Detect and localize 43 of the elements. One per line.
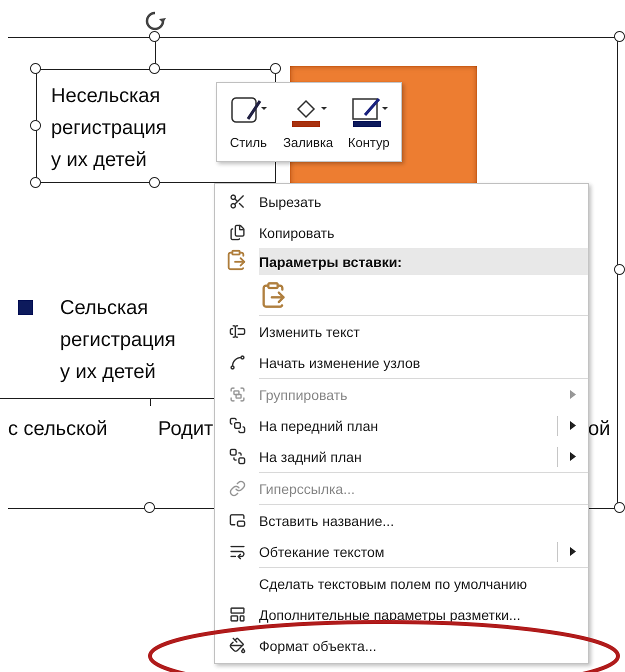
menu-item[interactable]: На задний план <box>215 441 588 472</box>
menu-item[interactable]: Вставить название... <box>215 505 588 536</box>
menu-item-icon <box>228 606 246 623</box>
resize-handle[interactable] <box>144 502 155 513</box>
resize-handle[interactable] <box>149 31 160 42</box>
menu-item-icon <box>228 480 246 497</box>
category-label: Родит <box>158 418 214 441</box>
menu-item-icon <box>228 448 246 465</box>
menu-item-icon <box>228 193 246 210</box>
resize-handle[interactable] <box>614 264 625 275</box>
toolbar-button[interactable]: Заливка <box>281 92 336 152</box>
menu-item-icon <box>228 417 246 434</box>
category-label: ой <box>588 418 610 441</box>
menu-item-icon <box>228 637 246 654</box>
menu-item-icon <box>228 354 246 371</box>
menu-item-icon <box>228 323 246 340</box>
resize-handle[interactable] <box>30 63 41 74</box>
menu-item[interactable]: Изменить текст <box>215 316 588 347</box>
paste-icon <box>225 249 247 271</box>
menu-item[interactable]: Вырезать <box>215 186 588 217</box>
toolbar-button[interactable]: Контур <box>346 92 392 152</box>
menu-item-icon <box>228 512 246 529</box>
category-label: с сельской <box>8 418 108 441</box>
menu-item[interactable]: На передний план <box>215 410 588 441</box>
resize-handle[interactable] <box>149 177 160 188</box>
menu-item[interactable]: Дополнительные параметры разметки... <box>215 599 588 630</box>
resize-handle[interactable] <box>30 120 41 131</box>
menu-item[interactable]: Начать изменение узлов <box>215 347 588 378</box>
menu-item[interactable]: Обтекание текстом <box>215 536 588 567</box>
resize-handle[interactable] <box>30 177 41 188</box>
menu-item-icon <box>228 386 246 403</box>
rotate-handle-icon[interactable] <box>144 10 166 32</box>
text-box-label: Несельская регистрация у их детей <box>51 84 167 173</box>
resize-handle[interactable] <box>270 63 281 74</box>
menu-item-icon <box>228 543 246 560</box>
resize-handle[interactable] <box>614 31 625 42</box>
legend-label: Сельская регистрация у их детей <box>60 296 176 385</box>
toolbar-button[interactable]: Стиль <box>226 92 270 152</box>
menu-item[interactable]: Копировать <box>215 217 588 248</box>
resize-handle[interactable] <box>149 63 160 74</box>
menu-item-icon <box>228 224 246 241</box>
menu-item[interactable]: Сделать текстовым полем по умолчанию <box>215 568 588 599</box>
resize-handle[interactable] <box>614 502 625 513</box>
